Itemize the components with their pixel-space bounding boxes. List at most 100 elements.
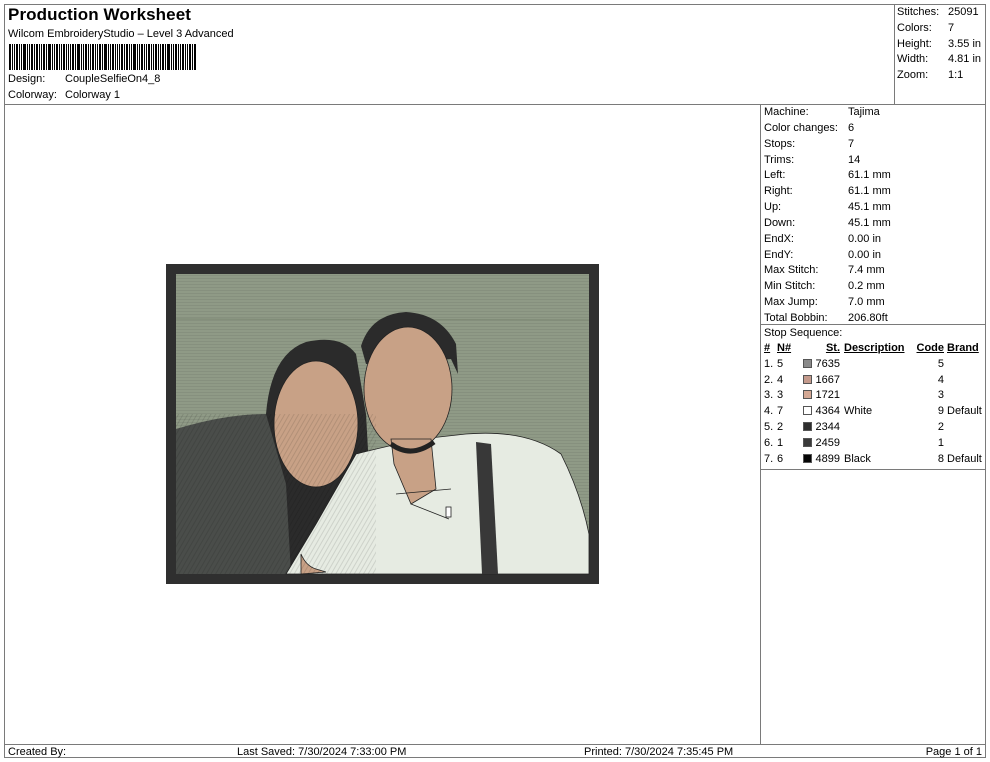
barcode-bar [187,44,188,70]
spec-row: EndX: 0.00 in [764,232,891,248]
summary-divider [894,4,895,104]
barcode-bar [41,44,42,70]
stop-sequence-row: 2. 4 1667 4 [762,373,982,389]
barcode-bar [160,44,161,70]
barcode-bar [99,44,101,70]
barcode-bar [173,44,174,70]
design-label: Design: [8,73,46,85]
zoom-value: 1:1 [948,69,964,82]
color-description [844,436,912,452]
colors-label: Colors: [897,21,932,34]
stitches-label: Stitches: [897,6,940,18]
machine-specs: Machine: Tajima Color changes: 6 Stops: 7 Trim… [764,105,891,327]
barcode-bar [90,44,91,70]
barcode-bar [63,44,65,70]
spec-label: Machine: [764,106,809,118]
spec-label: EndX: [764,232,794,245]
barcode-bar [192,44,193,70]
barcode-bar [95,44,96,70]
color-code: 3 [937,389,944,402]
needle-number: 2 [777,420,784,433]
spec-row: Max Stitch: 7.4 mm [764,263,891,279]
barcode-bar [52,44,53,70]
stitch-count: 7635 [815,357,840,370]
width-label: Width: [897,53,929,66]
barcode-bar [77,44,80,70]
color-description [844,373,912,389]
barcode-bar [185,44,186,70]
spec-value: 206.80ft [848,311,888,324]
spec-value: 7.4 mm [848,264,885,277]
spec-row: Min Stitch: 0.2 mm [764,279,891,295]
color-swatch [802,406,812,416]
barcode-bar [85,44,87,70]
barcode-bar [126,44,128,70]
col-description: Description [844,342,905,354]
height-value: 3.55 in [948,37,982,50]
barcode-bar [102,44,103,70]
stitch-cell: 4899 [799,452,844,468]
barcode-bar [131,44,132,70]
barcode-bar [175,44,177,70]
software-name: Wilcom EmbroideryStudio – Level 3 Advanc… [8,28,234,40]
barcode-bar [34,44,35,70]
color-description: White [844,405,873,418]
color-code: 4 [937,373,944,386]
barcode-bar [66,44,67,70]
barcode-bar [9,44,11,70]
barcode-bar [148,44,150,70]
spec-label: Right: [764,185,793,198]
color-code: 2 [937,420,944,433]
barcode-bar [56,44,58,70]
col-num: # [764,342,771,354]
colorway-row: Colorway: Colorway 1 [8,89,120,101]
spec-label: Trims: [764,153,795,166]
needle-number: 4 [777,373,784,386]
summary-panel: Stitches: 25091 Colors: 7 Height: 3.55 in W… [897,5,981,84]
stop-sequence-row: 7. 6 4899 Black 8 Default [762,452,982,468]
barcode-bar [139,44,140,70]
barcode-bar [194,44,196,70]
stitch-count: 4364 [815,405,840,418]
barcode-bar [158,44,159,70]
spec-label: Left: [764,169,786,182]
stitch-count: 4899 [815,452,840,465]
barcode-bar [121,44,123,70]
spec-value: 7 [848,137,855,150]
spec-row: Trims: 14 [764,153,891,169]
barcode-bar [29,44,30,70]
barcode-bar [182,44,184,70]
thread-brand [947,357,982,373]
stop-sequence-row: 4. 7 4364 White 9 Default [762,404,982,420]
stitch-cell: 1667 [799,373,844,389]
barcode-bar [39,44,40,70]
barcode-bar [48,44,51,70]
last-saved: Last Saved: 7/30/2024 7:33:00 PM [237,746,407,758]
spec-row: Left: 61.1 mm [764,168,891,184]
spec-label: Up: [764,201,782,214]
barcode-bar [14,44,15,70]
barcode-bar [180,44,181,70]
design-preview [166,264,599,584]
row-number: 7. [764,452,774,465]
needle-number: 7 [777,405,784,418]
zoom-label: Zoom: [897,69,929,82]
page-title: Production Worksheet [8,5,192,24]
spec-row: Machine: Tajima [764,105,891,121]
spec-label: Max Stitch: [764,264,819,277]
stitch-count: 2459 [815,436,840,449]
barcode-bar [162,44,164,70]
row-number: 4. [764,405,774,418]
design-row: Design: CoupleSelfieOn4_8 [8,73,160,85]
barcode-bar [117,44,118,70]
spec-label: EndY: [764,248,794,261]
barcode-bar [137,44,138,70]
needle-number: 6 [777,452,784,465]
color-swatch [802,358,812,368]
col-code: Code [916,342,945,354]
stitch-count: 2344 [815,420,840,433]
barcode-bar [81,44,82,70]
thread-brand [947,388,982,404]
col-brand: Brand [947,342,979,354]
thread-brand [947,420,982,436]
